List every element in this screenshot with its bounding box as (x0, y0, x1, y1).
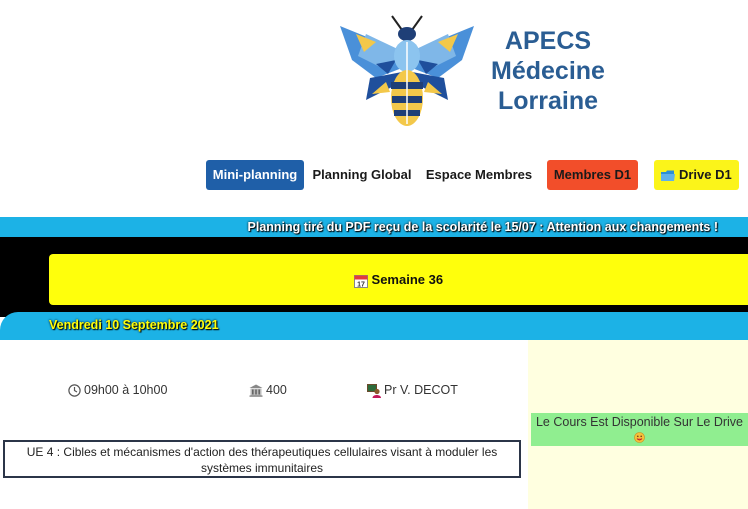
brand-title: APECS Médecine Lorraine (478, 26, 618, 116)
course-time: 09h00 à 10h00 (68, 383, 167, 397)
folder-icon (661, 167, 679, 182)
course-time-text: 09h00 à 10h00 (84, 383, 168, 398)
notice-text: Planning tiré du PDF reçu de la scolarit… (247, 220, 718, 234)
nav-drive-d1[interactable]: Drive D1 (654, 160, 739, 190)
nav-membres-d1[interactable]: Membres D1 (547, 160, 638, 190)
teacher-icon (367, 383, 381, 398)
smile-icon (634, 430, 645, 444)
calendar-icon: 17 (353, 272, 372, 288)
course-room-text: 400 (266, 383, 287, 398)
nav-drive-label: Drive D1 (678, 167, 732, 182)
course-professor-text: Pr V. DECOT (384, 383, 458, 398)
course-professor: Pr V. DECOT (367, 383, 458, 398)
nav-espace-membres[interactable]: Espace Membres (421, 160, 537, 190)
brand-line-1: APECS (504, 27, 592, 55)
course-title: UE 4 : Cibles et mécanismes d'action des… (3, 440, 521, 478)
bee-logo[interactable] (336, 12, 478, 130)
drive-availability[interactable]: Le Cours Est Disponible Sur Le Drive (531, 413, 748, 446)
nav-mini-planning[interactable]: Mini-planning (206, 160, 304, 190)
brand-line-2: Médecine (491, 57, 605, 85)
brand-line-3: Lorraine (497, 87, 599, 115)
building-icon (249, 383, 263, 397)
drive-availability-text: Le Cours Est Disponible Sur Le Drive (535, 415, 744, 429)
week-label: Semaine 36 (371, 272, 444, 287)
day-label: Vendredi 10 Septembre 2021 (49, 318, 219, 332)
week-header: 17 Semaine 36 (49, 254, 748, 305)
svg-text:17: 17 (357, 281, 365, 288)
nav-planning-global[interactable]: Planning Global (309, 160, 415, 190)
clock-icon (68, 383, 81, 397)
course-room: 400 (249, 383, 287, 397)
